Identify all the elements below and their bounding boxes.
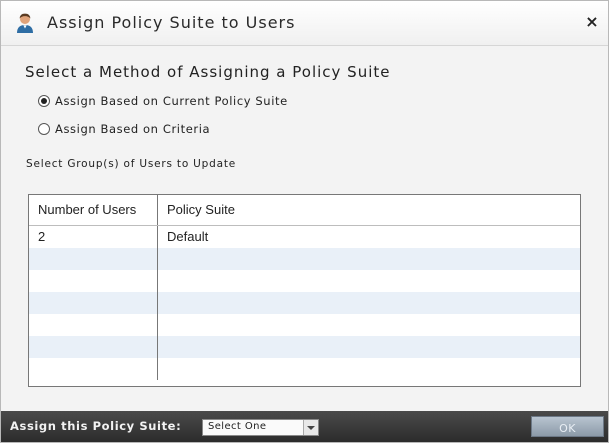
ok-button-label: OK (559, 422, 576, 435)
empty-cell (29, 270, 158, 292)
empty-cell (158, 358, 580, 380)
select-value: Select One (208, 421, 267, 432)
empty-cell (158, 248, 580, 270)
empty-cell (29, 292, 158, 314)
column-header-number-of-users[interactable]: Number of Users (29, 195, 158, 225)
cell-policy-suite: Default (167, 229, 209, 244)
user-icon (15, 12, 35, 34)
radio-button-checked[interactable] (38, 95, 50, 107)
policy-suite-select[interactable]: Select One (202, 419, 319, 436)
empty-table-row (29, 314, 580, 336)
assign-policy-suite-label: Assign this Policy Suite: (10, 419, 182, 433)
cell-number-of-users: 2 (29, 226, 158, 248)
empty-cell (158, 270, 580, 292)
chevron-down-icon[interactable] (303, 420, 318, 435)
empty-table-row (29, 358, 580, 380)
empty-table-row (29, 292, 580, 314)
user-groups-table: Number of Users Policy Suite 2 Default (28, 194, 581, 387)
empty-table-row (29, 248, 580, 270)
dialog-title: Assign Policy Suite to Users (47, 13, 296, 32)
groups-heading: Select Group(s) of Users to Update (26, 158, 237, 170)
empty-table-row (29, 336, 580, 358)
radio-label: Assign Based on Criteria (55, 122, 211, 136)
assign-policy-dialog: Assign Policy Suite to Users × Select a … (0, 0, 609, 443)
empty-table-row (29, 270, 580, 292)
column-header-policy-suite[interactable]: Policy Suite (158, 195, 580, 225)
footer-bar: Assign this Policy Suite: Select One OK (1, 411, 608, 442)
empty-cell (158, 292, 580, 314)
title-bar: Assign Policy Suite to Users × (1, 1, 608, 46)
radio-criteria[interactable]: Assign Based on Criteria (38, 122, 210, 136)
empty-cell (29, 248, 158, 270)
empty-cell (158, 314, 580, 336)
radio-button[interactable] (38, 123, 50, 135)
method-heading: Select a Method of Assigning a Policy Su… (25, 63, 391, 81)
empty-cell (158, 336, 580, 358)
ok-button[interactable]: OK (531, 416, 604, 437)
table-row[interactable]: 2 Default (29, 226, 580, 248)
close-icon[interactable]: × (584, 13, 600, 31)
radio-current-policy-suite[interactable]: Assign Based on Current Policy Suite (38, 94, 288, 108)
radio-label: Assign Based on Current Policy Suite (55, 94, 288, 108)
empty-cell (29, 314, 158, 336)
table-header: Number of Users Policy Suite (29, 195, 580, 226)
empty-cell (29, 358, 158, 380)
empty-cell (29, 336, 158, 358)
